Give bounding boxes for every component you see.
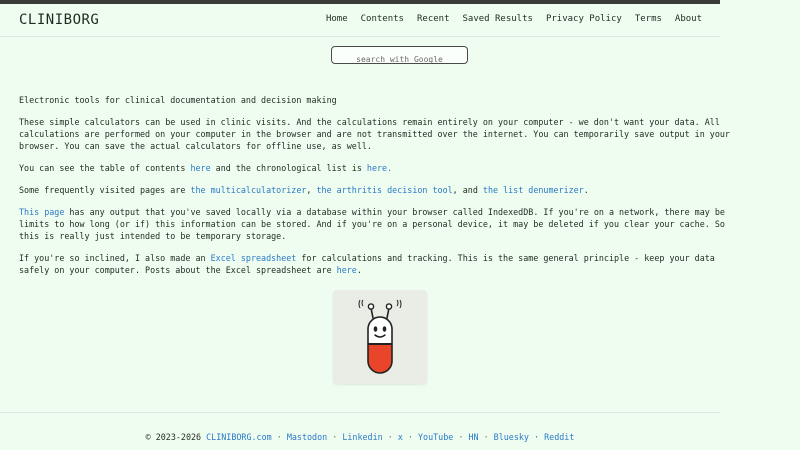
copyright-text: © 2023-2026	[145, 432, 207, 442]
paragraph-storage: This page has any output that you've sav…	[19, 206, 741, 242]
text-segment: Some frequently visited pages are	[19, 185, 191, 195]
footer-separator: ·	[402, 432, 418, 442]
excel-posts-here-link[interactable]: here	[337, 265, 357, 275]
footer-separator: ·	[382, 432, 398, 442]
nav-recent[interactable]: Recent	[417, 14, 450, 24]
footer-separator: ·	[453, 432, 469, 442]
text-segment: ,	[306, 185, 317, 195]
excel-spreadsheet-link[interactable]: Excel spreadsheet	[211, 253, 297, 263]
nav-privacy-policy[interactable]: Privacy Policy	[546, 14, 622, 24]
arthritis-tool-link[interactable]: the arthritis decision tool	[317, 185, 453, 195]
contents-here-link[interactable]: here	[190, 163, 210, 173]
footer-separator: ·	[478, 432, 494, 442]
paragraph-contents: You can see the table of contents here a…	[19, 162, 741, 174]
nav-saved-results[interactable]: Saved Results	[463, 14, 533, 24]
site-header: CLINIBORG Home Contents Recent Saved Res…	[0, 4, 720, 37]
site-brand[interactable]: CLINIBORG	[19, 12, 99, 28]
text-segment: .	[356, 265, 362, 275]
text-segment: You can see the table of contents	[19, 163, 191, 173]
chronological-here-link[interactable]: here.	[367, 163, 392, 173]
footer-youtube-link[interactable]: YouTube	[418, 432, 453, 442]
multicalculatorizer-link[interactable]: the multicalculatorizer	[190, 185, 306, 195]
search-box	[331, 46, 468, 68]
pill-mascot-icon	[358, 299, 402, 374]
footer-divider	[0, 412, 720, 413]
text-segment: , and	[452, 185, 483, 195]
search-input[interactable]	[332, 51, 467, 68]
nav-about[interactable]: About	[675, 14, 702, 24]
this-page-link[interactable]: This page	[19, 207, 64, 217]
list-denumerizer-link[interactable]: the list denumerizer	[483, 185, 584, 195]
paragraph-frequent: Some frequently visited pages are the mu…	[19, 184, 741, 196]
footer-separator: ·	[271, 432, 287, 442]
text-segment: has any output that you've saved locally…	[19, 207, 725, 241]
intro-text: Electronic tools for clinical documentat…	[19, 95, 337, 105]
footer-hn-link[interactable]: HN	[468, 432, 478, 442]
footer-reddit-link[interactable]: Reddit	[544, 432, 574, 442]
text-segment: If you're so inclined, I also made an	[19, 253, 211, 263]
paragraph-privacy: These simple calculators can be used in …	[19, 117, 730, 151]
text-segment: .	[583, 185, 589, 195]
main-content: Electronic tools for clinical documentat…	[19, 94, 741, 286]
nav-terms[interactable]: Terms	[635, 14, 662, 24]
nav-contents[interactable]: Contents	[361, 14, 404, 24]
text-segment: and the chronological list is	[210, 163, 367, 173]
main-nav: Home Contents Recent Saved Results Priva…	[326, 14, 702, 24]
paragraph-excel: If you're so inclined, I also made an Ex…	[19, 252, 741, 276]
nav-home[interactable]: Home	[326, 14, 348, 24]
footer-separator: ·	[327, 432, 343, 442]
footer-bluesky-link[interactable]: Bluesky	[494, 432, 529, 442]
footer-linkedin-link[interactable]: Linkedin	[342, 432, 382, 442]
footer-separator: ·	[528, 432, 545, 442]
site-footer: © 2023-2026 CLINIBORG.com · Mastodon · L…	[0, 432, 720, 442]
footer-site-link[interactable]: CLINIBORG.com	[206, 432, 272, 442]
pill-mascot-image	[333, 290, 427, 384]
footer-mastodon-link[interactable]: Mastodon	[287, 432, 327, 442]
